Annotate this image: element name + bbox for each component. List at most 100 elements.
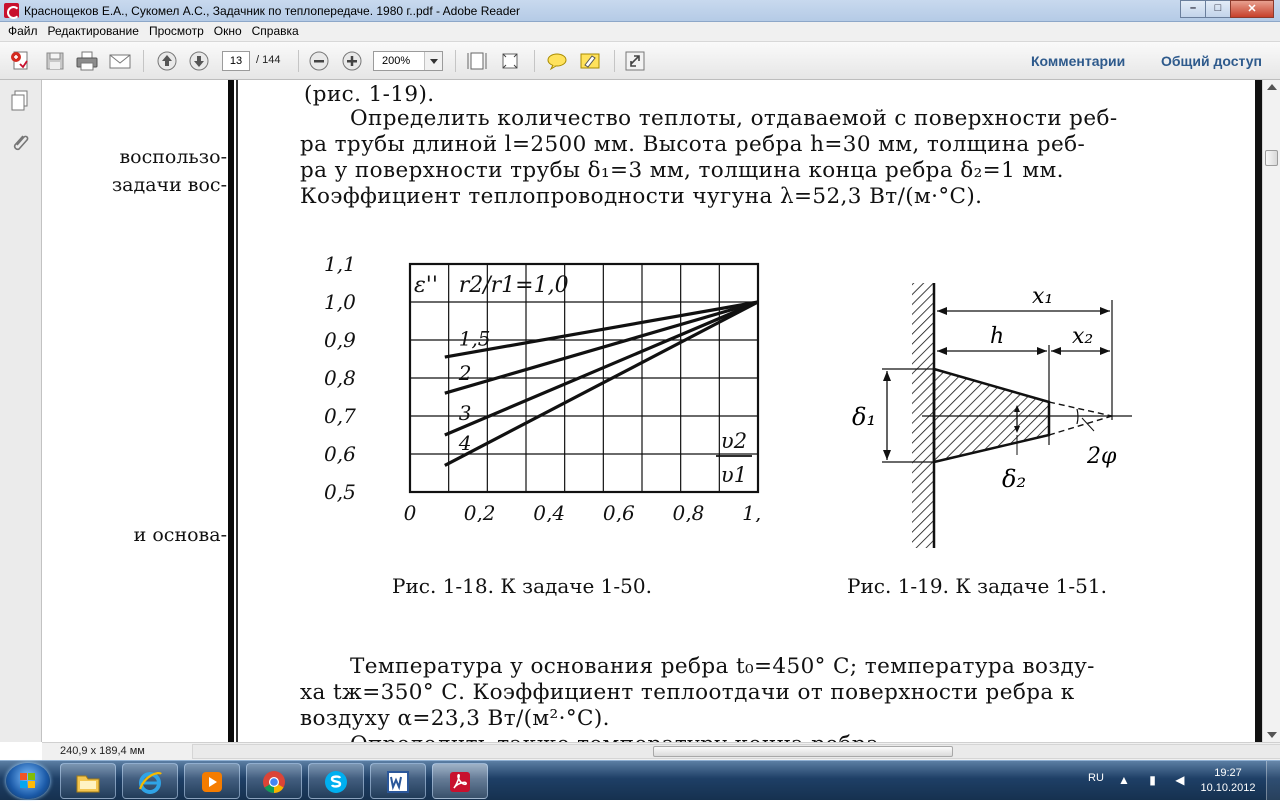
windows-taskbar: RU ▲ ▮ ◀ 19:27 10.10.2012	[0, 760, 1280, 801]
left-page-line: воспользо-	[119, 146, 227, 168]
skype-icon	[325, 771, 347, 793]
taskbar-adobe-reader[interactable]	[432, 763, 488, 799]
chevron-down-icon[interactable]	[424, 52, 442, 70]
share-tab[interactable]: Общий доступ	[1161, 53, 1262, 69]
page-thumbnails-icon[interactable]	[10, 90, 30, 112]
system-tray[interactable]: ▲ ▮ ◀	[1118, 773, 1192, 787]
taskbar-media-player[interactable]	[184, 763, 240, 799]
label-x1: x₁	[1032, 284, 1053, 309]
extension-line	[1048, 415, 1113, 436]
taskbar-ie[interactable]	[122, 763, 178, 799]
highlight-icon[interactable]	[577, 49, 603, 73]
create-pdf-icon[interactable]	[8, 49, 34, 73]
menu-help[interactable]: Справка	[248, 22, 305, 41]
zoom-value: 200%	[382, 55, 411, 67]
tray-expand-icon[interactable]: ▲	[1118, 773, 1138, 787]
toolbar-separator	[143, 50, 144, 72]
clock[interactable]: 19:27 10.10.2012	[1198, 766, 1258, 796]
comments-tab[interactable]: Комментарии	[1031, 53, 1125, 69]
maximize-icon: □	[1214, 2, 1222, 14]
x-axis-label: υ2	[721, 429, 747, 453]
scroll-down-icon[interactable]	[1267, 732, 1277, 738]
taskbar-word[interactable]	[370, 763, 426, 799]
text-line: ра трубы длиной l=2500 мм. Высота ребра …	[300, 132, 1086, 157]
taskbar-chrome[interactable]	[246, 763, 302, 799]
label-2phi: 2φ	[1086, 444, 1117, 469]
adobe-reader-icon	[4, 3, 20, 19]
taskbar-explorer[interactable]	[60, 763, 116, 799]
series-line	[444, 300, 759, 437]
figure-1-19-caption: Рис. 1-19. К задаче 1-51.	[847, 574, 1107, 598]
chrome-icon	[263, 771, 285, 793]
volume-icon[interactable]: ◀	[1175, 773, 1192, 787]
x-axis-label: υ1	[721, 463, 747, 487]
text-line: воздуху α=23,3 Вт/(м²·°С).	[300, 706, 610, 731]
label-h: h	[990, 324, 1004, 349]
email-icon[interactable]	[107, 49, 133, 73]
start-button[interactable]	[6, 763, 50, 799]
internet-explorer-icon	[138, 772, 162, 794]
scroll-up-icon[interactable]	[1267, 84, 1277, 90]
vertical-scrollbar[interactable]	[1262, 80, 1280, 742]
menu-edit[interactable]: Редактирование	[44, 22, 145, 41]
adobe-reader-icon	[450, 772, 470, 792]
label-delta2: δ₂	[1002, 465, 1026, 493]
horizontal-scroll-thumb[interactable]	[653, 746, 953, 757]
status-bar: 240,9 x 189,4 мм	[42, 742, 1280, 760]
x-tick-label: 0,6	[603, 501, 635, 522]
close-button[interactable]: ✕	[1230, 0, 1274, 18]
y-tick-label: 0,7	[324, 404, 356, 428]
x-tick-label: 1,0	[742, 501, 760, 522]
document-view[interactable]: воспользо- задачи вос- и основа- (рис. 1…	[42, 80, 1262, 742]
zoom-out-icon[interactable]	[306, 49, 332, 73]
x-tick-label: 0	[404, 501, 417, 522]
previous-page-fragment: воспользо- задачи вос- и основа-	[42, 80, 227, 742]
network-icon[interactable]: ▮	[1149, 773, 1164, 787]
attachments-icon[interactable]	[10, 132, 30, 154]
language-indicator[interactable]: RU	[1088, 772, 1104, 784]
label-delta1: δ₁	[852, 403, 876, 431]
x-tick-label: 0,8	[672, 501, 704, 522]
full-width-icon[interactable]	[497, 49, 523, 73]
taskbar-skype[interactable]	[308, 763, 364, 799]
label-x2: x₂	[1072, 324, 1093, 349]
page-number-input[interactable]: 13	[222, 51, 250, 71]
series-line	[444, 300, 759, 467]
zoom-select[interactable]: 200%	[373, 51, 443, 71]
next-page-icon[interactable]	[186, 49, 212, 73]
page-total: / 144	[256, 54, 281, 66]
x-tick-label: 0,2	[464, 501, 496, 522]
close-icon: ✕	[1247, 3, 1257, 15]
text-line: Определить количество теплоты, отдаваемо…	[350, 106, 1118, 131]
text-line: ра у поверхности трубы δ₁=3 мм, толщина …	[300, 158, 1064, 183]
windows-logo-icon	[20, 773, 35, 788]
navigation-panel	[0, 80, 42, 742]
show-desktop-button[interactable]	[1266, 761, 1280, 801]
figure-1-19-diagram: x₁ h x₂ δ₁ δ₂ 2φ	[852, 283, 1132, 548]
toolbar-separator	[614, 50, 615, 72]
menu-file[interactable]: Файл	[4, 22, 44, 41]
toolbar-separator	[534, 50, 535, 72]
toolbar-separator	[298, 50, 299, 72]
y-tick-label: 0,9	[324, 328, 356, 352]
menu-view[interactable]: Просмотр	[145, 22, 210, 41]
minimize-button[interactable]: –	[1180, 0, 1206, 18]
maximize-button[interactable]: □	[1205, 0, 1231, 18]
text-line: Коэффициент теплопроводности чугуна λ=52…	[300, 184, 983, 209]
scroll-thumb[interactable]	[1265, 150, 1278, 166]
horizontal-scrollbar[interactable]	[192, 744, 1280, 759]
comment-icon[interactable]	[544, 49, 570, 73]
book-spine	[228, 80, 234, 742]
expand-icon[interactable]	[622, 49, 648, 73]
zoom-in-icon[interactable]	[339, 49, 365, 73]
save-icon[interactable]	[42, 49, 68, 73]
window-title: Краснощеков Е.А., Сукомел А.С., Задачник…	[24, 4, 521, 18]
y-tick-label: 0,5	[324, 480, 356, 504]
menu-window[interactable]: Окно	[210, 22, 248, 41]
text-line: ха tж=350° С. Коэффициент теплоотдачи от…	[300, 680, 1075, 705]
toolbar: 13 / 144 200% Комментарии Общий доступ	[0, 42, 1280, 80]
chart-annotation: r2/r1=1,0	[459, 273, 569, 298]
fit-page-icon[interactable]	[464, 49, 490, 73]
print-icon[interactable]	[74, 49, 100, 73]
previous-page-icon[interactable]	[154, 49, 180, 73]
